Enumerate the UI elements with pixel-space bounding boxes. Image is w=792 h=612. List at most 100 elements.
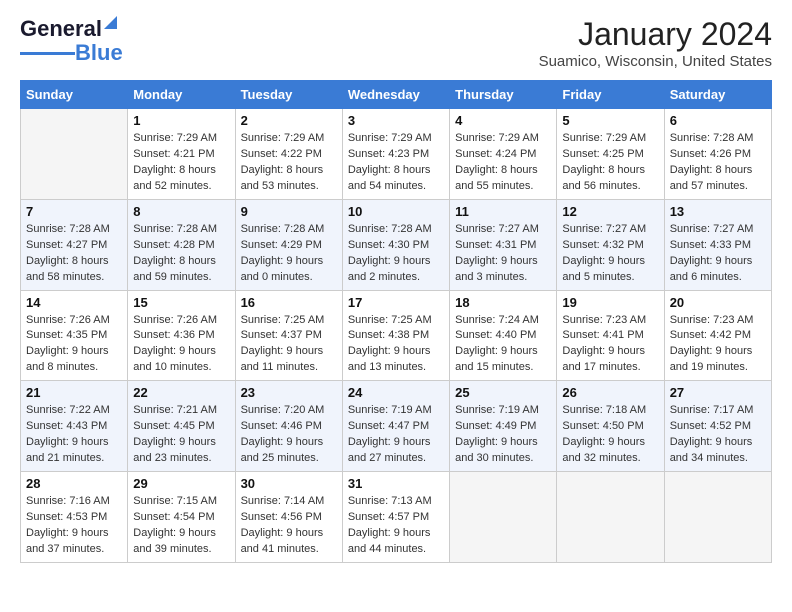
calendar-cell: 5 Sunrise: 7:29 AMSunset: 4:25 PMDaylight… <box>557 109 664 200</box>
logo: General Blue <box>20 16 123 65</box>
cell-content: Sunrise: 7:23 AMSunset: 4:42 PMDaylight:… <box>670 313 766 377</box>
calendar-cell: 25 Sunrise: 7:19 AMSunset: 4:49 PMDayligh… <box>450 381 557 472</box>
cell-content: Sunrise: 7:28 AMSunset: 4:27 PMDaylight:… <box>26 222 122 286</box>
cell-content: Sunrise: 7:14 AMSunset: 4:56 PMDaylight:… <box>241 494 337 558</box>
calendar-cell: 24 Sunrise: 7:19 AMSunset: 4:47 PMDayligh… <box>342 381 449 472</box>
cell-content: Sunrise: 7:29 AMSunset: 4:22 PMDaylight:… <box>241 131 337 195</box>
col-header-wednesday: Wednesday <box>342 81 449 109</box>
calendar-cell: 27Sunrise: 7:17 AMSunset: 4:52 PMDayligh… <box>664 381 771 472</box>
cell-content: Sunrise: 7:29 AMSunset: 4:25 PMDaylight:… <box>562 131 658 195</box>
day-number: 21 <box>26 385 122 400</box>
day-number: 18 <box>455 295 551 310</box>
day-number: 24 <box>348 385 444 400</box>
week-row-5: 28Sunrise: 7:16 AMSunset: 4:53 PMDayligh… <box>21 472 772 563</box>
day-number: 20 <box>670 295 766 310</box>
calendar-cell: 7Sunrise: 7:28 AMSunset: 4:27 PMDaylight… <box>21 199 128 290</box>
day-number: 5 <box>562 113 658 128</box>
cell-content: Sunrise: 7:13 AMSunset: 4:57 PMDaylight:… <box>348 494 444 558</box>
day-number: 22 <box>133 385 229 400</box>
page-subtitle: Suamico, Wisconsin, United States <box>539 53 772 70</box>
calendar-cell: 9 Sunrise: 7:28 AMSunset: 4:29 PMDaylight… <box>235 199 342 290</box>
calendar-table: SundayMondayTuesdayWednesdayThursdayFrid… <box>20 80 772 563</box>
cell-content: Sunrise: 7:28 AMSunset: 4:29 PMDaylight:… <box>241 222 337 286</box>
calendar-cell: 20 Sunrise: 7:23 AMSunset: 4:42 PMDayligh… <box>664 290 771 381</box>
calendar-cell <box>450 472 557 563</box>
calendar-cell: 6 Sunrise: 7:28 AMSunset: 4:26 PMDaylight… <box>664 109 771 200</box>
calendar-cell: 17 Sunrise: 7:25 AMSunset: 4:38 PMDayligh… <box>342 290 449 381</box>
cell-content: Sunrise: 7:16 AMSunset: 4:53 PMDaylight:… <box>26 494 122 558</box>
calendar-cell: 21 Sunrise: 7:22 AMSunset: 4:43 PMDayligh… <box>21 381 128 472</box>
col-header-saturday: Saturday <box>664 81 771 109</box>
calendar-cell: 13 Sunrise: 7:27 AMSunset: 4:33 PMDayligh… <box>664 199 771 290</box>
calendar-cell: 19Sunrise: 7:23 AMSunset: 4:41 PMDayligh… <box>557 290 664 381</box>
calendar-cell: 3 Sunrise: 7:29 AMSunset: 4:23 PMDaylight… <box>342 109 449 200</box>
cell-content: Sunrise: 7:28 AMSunset: 4:26 PMDaylight:… <box>670 131 766 195</box>
day-number: 23 <box>241 385 337 400</box>
cell-content: Sunrise: 7:19 AMSunset: 4:49 PMDaylight:… <box>455 403 551 467</box>
cell-content: Sunrise: 7:19 AMSunset: 4:47 PMDaylight:… <box>348 403 444 467</box>
day-number: 14 <box>26 295 122 310</box>
cell-content: Sunrise: 7:27 AMSunset: 4:33 PMDaylight:… <box>670 222 766 286</box>
title-area: January 2024 Suamico, Wisconsin, United … <box>539 16 772 70</box>
header-row: SundayMondayTuesdayWednesdayThursdayFrid… <box>21 81 772 109</box>
calendar-cell: 18 Sunrise: 7:24 AMSunset: 4:40 PMDayligh… <box>450 290 557 381</box>
cell-content: Sunrise: 7:27 AMSunset: 4:31 PMDaylight:… <box>455 222 551 286</box>
calendar-cell: 8 Sunrise: 7:28 AMSunset: 4:28 PMDaylight… <box>128 199 235 290</box>
col-header-thursday: Thursday <box>450 81 557 109</box>
week-row-3: 14Sunrise: 7:26 AMSunset: 4:35 PMDayligh… <box>21 290 772 381</box>
cell-content: Sunrise: 7:18 AMSunset: 4:50 PMDaylight:… <box>562 403 658 467</box>
day-number: 11 <box>455 204 551 219</box>
day-number: 10 <box>348 204 444 219</box>
logo-blue-text: Blue <box>75 41 123 65</box>
day-number: 4 <box>455 113 551 128</box>
week-row-1: 1Sunrise: 7:29 AMSunset: 4:21 PMDaylight… <box>21 109 772 200</box>
page-title: January 2024 <box>539 16 772 53</box>
calendar-cell: 10Sunrise: 7:28 AMSunset: 4:30 PMDayligh… <box>342 199 449 290</box>
col-header-tuesday: Tuesday <box>235 81 342 109</box>
day-number: 16 <box>241 295 337 310</box>
cell-content: Sunrise: 7:15 AMSunset: 4:54 PMDaylight:… <box>133 494 229 558</box>
calendar-cell: 11 Sunrise: 7:27 AMSunset: 4:31 PMDayligh… <box>450 199 557 290</box>
day-number: 15 <box>133 295 229 310</box>
day-number: 30 <box>241 476 337 491</box>
day-number: 13 <box>670 204 766 219</box>
cell-content: Sunrise: 7:29 AMSunset: 4:24 PMDaylight:… <box>455 131 551 195</box>
calendar-cell: 28Sunrise: 7:16 AMSunset: 4:53 PMDayligh… <box>21 472 128 563</box>
calendar-cell: 23 Sunrise: 7:20 AMSunset: 4:46 PMDayligh… <box>235 381 342 472</box>
day-number: 19 <box>562 295 658 310</box>
calendar-cell: 2Sunrise: 7:29 AMSunset: 4:22 PMDaylight… <box>235 109 342 200</box>
day-number: 1 <box>133 113 229 128</box>
calendar-cell: 16Sunrise: 7:25 AMSunset: 4:37 PMDayligh… <box>235 290 342 381</box>
day-number: 29 <box>133 476 229 491</box>
cell-content: Sunrise: 7:20 AMSunset: 4:46 PMDaylight:… <box>241 403 337 467</box>
cell-content: Sunrise: 7:26 AMSunset: 4:36 PMDaylight:… <box>133 313 229 377</box>
calendar-cell: 15 Sunrise: 7:26 AMSunset: 4:36 PMDayligh… <box>128 290 235 381</box>
day-number: 3 <box>348 113 444 128</box>
cell-content: Sunrise: 7:27 AMSunset: 4:32 PMDaylight:… <box>562 222 658 286</box>
cell-content: Sunrise: 7:22 AMSunset: 4:43 PMDaylight:… <box>26 403 122 467</box>
cell-content: Sunrise: 7:28 AMSunset: 4:28 PMDaylight:… <box>133 222 229 286</box>
calendar-cell: 30 Sunrise: 7:14 AMSunset: 4:56 PMDayligh… <box>235 472 342 563</box>
cell-content: Sunrise: 7:29 AMSunset: 4:23 PMDaylight:… <box>348 131 444 195</box>
day-number: 9 <box>241 204 337 219</box>
calendar-cell: 26Sunrise: 7:18 AMSunset: 4:50 PMDayligh… <box>557 381 664 472</box>
day-number: 8 <box>133 204 229 219</box>
col-header-friday: Friday <box>557 81 664 109</box>
day-number: 25 <box>455 385 551 400</box>
cell-content: Sunrise: 7:17 AMSunset: 4:52 PMDaylight:… <box>670 403 766 467</box>
page-header: General Blue January 2024 Suamico, Wisco… <box>20 16 772 70</box>
calendar-cell: 22 Sunrise: 7:21 AMSunset: 4:45 PMDayligh… <box>128 381 235 472</box>
calendar-cell <box>21 109 128 200</box>
col-header-sunday: Sunday <box>21 81 128 109</box>
col-header-monday: Monday <box>128 81 235 109</box>
calendar-cell <box>557 472 664 563</box>
calendar-cell: 31Sunrise: 7:13 AMSunset: 4:57 PMDayligh… <box>342 472 449 563</box>
day-number: 17 <box>348 295 444 310</box>
week-row-2: 7Sunrise: 7:28 AMSunset: 4:27 PMDaylight… <box>21 199 772 290</box>
calendar-cell: 29 Sunrise: 7:15 AMSunset: 4:54 PMDayligh… <box>128 472 235 563</box>
day-number: 6 <box>670 113 766 128</box>
cell-content: Sunrise: 7:25 AMSunset: 4:38 PMDaylight:… <box>348 313 444 377</box>
calendar-cell: 14Sunrise: 7:26 AMSunset: 4:35 PMDayligh… <box>21 290 128 381</box>
cell-content: Sunrise: 7:21 AMSunset: 4:45 PMDaylight:… <box>133 403 229 467</box>
cell-content: Sunrise: 7:24 AMSunset: 4:40 PMDaylight:… <box>455 313 551 377</box>
